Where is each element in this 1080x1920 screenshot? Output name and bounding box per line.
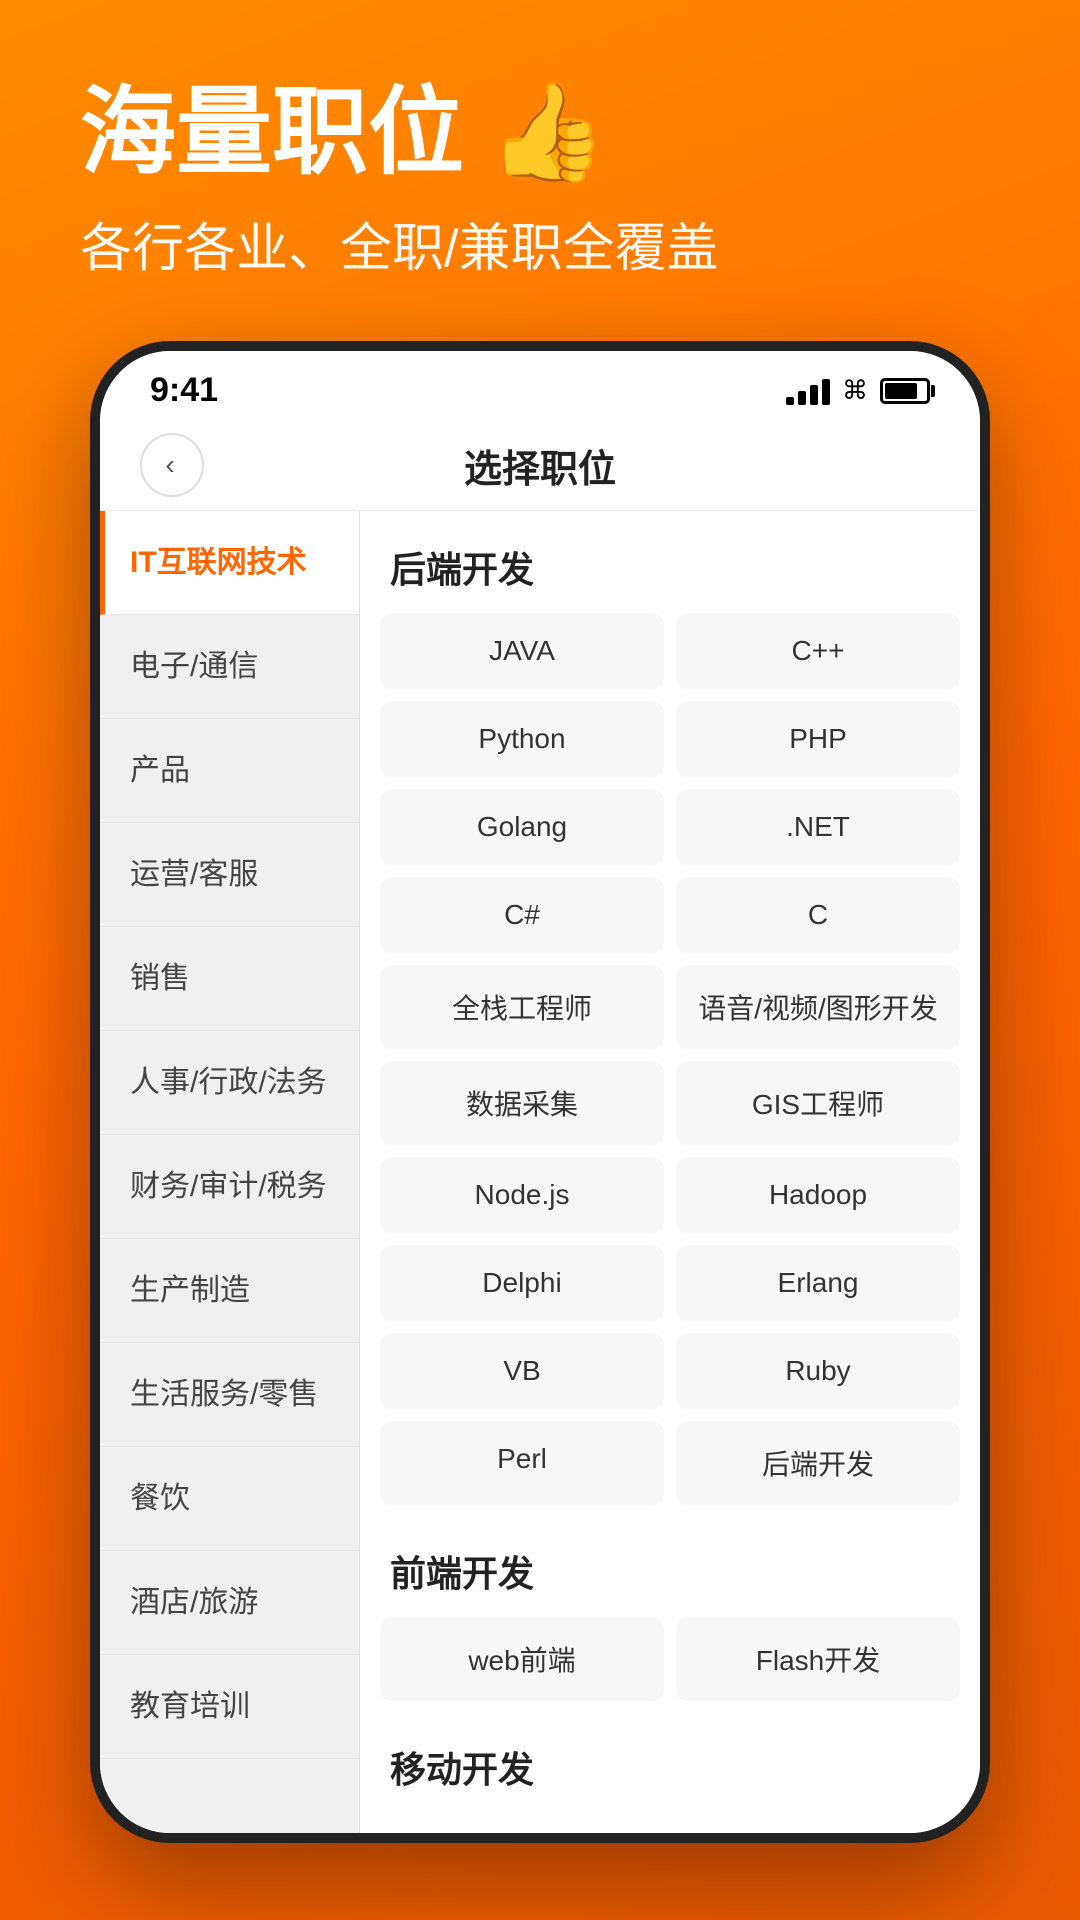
nav-bar: ‹ 选择职位	[100, 421, 980, 511]
grid-item-0-2[interactable]: Python	[380, 701, 664, 777]
grid-item-0-17[interactable]: Ruby	[676, 1333, 960, 1409]
sidebar-item-1[interactable]: 电子/通信	[100, 615, 359, 719]
status-icons: ⌘	[786, 375, 930, 406]
signal-icon	[786, 377, 830, 405]
grid-item-0-5[interactable]: .NET	[676, 789, 960, 865]
grid-item-0-9[interactable]: 语音/视频/图形开发	[676, 965, 960, 1049]
grid-item-0-1[interactable]: C++	[676, 613, 960, 689]
battery-icon	[880, 378, 930, 404]
hero-title-text: 海量职位	[80, 80, 464, 186]
grid-item-0-10[interactable]: 数据采集	[380, 1061, 664, 1145]
grid-item-0-19[interactable]: 后端开发	[676, 1421, 960, 1505]
section-header-0: 后端开发	[360, 511, 980, 613]
sidebar-item-10[interactable]: 酒店/旅游	[100, 1551, 359, 1655]
sidebar-item-5[interactable]: 人事/行政/法务	[100, 1031, 359, 1135]
grid-item-0-3[interactable]: PHP	[676, 701, 960, 777]
status-bar: 9:41 ⌘	[100, 351, 980, 421]
items-grid-0: JAVAC++PythonPHPGolang.NETC#C全栈工程师语音/视频/…	[360, 613, 980, 1515]
sidebar-item-4[interactable]: 销售	[100, 927, 359, 1031]
grid-item-0-6[interactable]: C#	[380, 877, 664, 953]
sidebar: IT互联网技术电子/通信产品运营/客服销售人事/行政/法务财务/审计/税务生产制…	[100, 511, 360, 1833]
section-header-2: 移动开发	[360, 1711, 980, 1813]
content-area: IT互联网技术电子/通信产品运营/客服销售人事/行政/法务财务/审计/税务生产制…	[100, 511, 980, 1833]
grid-item-1-1[interactable]: Flash开发	[676, 1617, 960, 1701]
grid-item-0-7[interactable]: C	[676, 877, 960, 953]
phone-mockup: 9:41 ⌘ ‹ 选择职位	[90, 341, 990, 1843]
grid-item-0-18[interactable]: Perl	[380, 1421, 664, 1505]
grid-item-0-13[interactable]: Hadoop	[676, 1157, 960, 1233]
items-grid-1: web前端Flash开发	[360, 1617, 980, 1711]
sidebar-item-11[interactable]: 教育培训	[100, 1655, 359, 1759]
hero-area: 海量职位 👍 各行各业、全职/兼职全覆盖	[0, 0, 1080, 341]
grid-item-0-15[interactable]: Erlang	[676, 1245, 960, 1321]
status-time: 9:41	[150, 371, 218, 410]
grid-item-0-0[interactable]: JAVA	[380, 613, 664, 689]
grid-item-0-8[interactable]: 全栈工程师	[380, 965, 664, 1049]
grid-item-0-14[interactable]: Delphi	[380, 1245, 664, 1321]
hero-title: 海量职位 👍	[80, 80, 1000, 186]
thumb-icon: 👍	[488, 80, 608, 186]
grid-item-0-11[interactable]: GIS工程师	[676, 1061, 960, 1145]
sidebar-item-9[interactable]: 餐饮	[100, 1447, 359, 1551]
sidebar-item-3[interactable]: 运营/客服	[100, 823, 359, 927]
sidebar-item-7[interactable]: 生产制造	[100, 1239, 359, 1343]
grid-item-1-0[interactable]: web前端	[380, 1617, 664, 1701]
grid-item-0-12[interactable]: Node.js	[380, 1157, 664, 1233]
grid-item-0-4[interactable]: Golang	[380, 789, 664, 865]
grid-item-0-16[interactable]: VB	[380, 1333, 664, 1409]
hero-subtitle: 各行各业、全职/兼职全覆盖	[80, 206, 1000, 281]
sidebar-item-8[interactable]: 生活服务/零售	[100, 1343, 359, 1447]
section-header-1: 前端开发	[360, 1515, 980, 1617]
wifi-icon: ⌘	[842, 375, 868, 406]
phone-container: 9:41 ⌘ ‹ 选择职位	[0, 341, 1080, 1843]
sidebar-item-2[interactable]: 产品	[100, 719, 359, 823]
right-content: 后端开发JAVAC++PythonPHPGolang.NETC#C全栈工程师语音…	[360, 511, 980, 1833]
nav-title: 选择职位	[204, 438, 876, 493]
sidebar-item-6[interactable]: 财务/审计/税务	[100, 1135, 359, 1239]
back-button[interactable]: ‹	[140, 433, 204, 497]
sidebar-item-0[interactable]: IT互联网技术	[100, 511, 359, 615]
chevron-left-icon: ‹	[165, 449, 174, 481]
